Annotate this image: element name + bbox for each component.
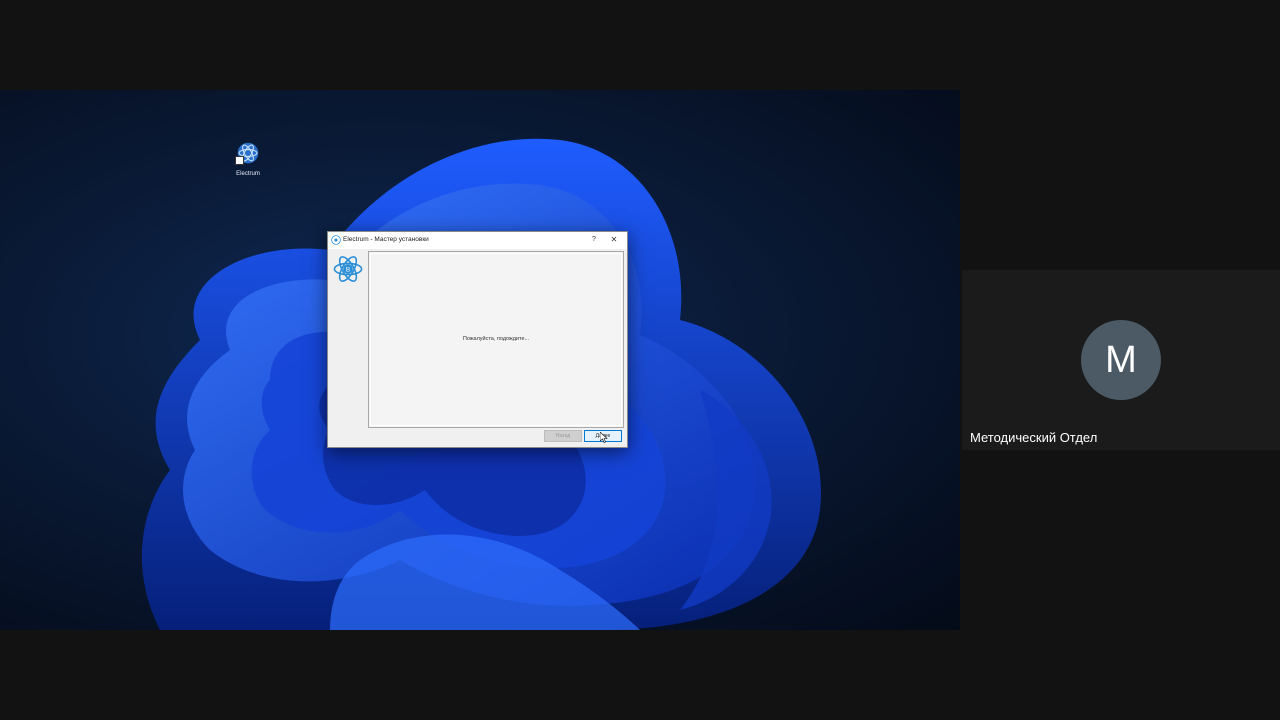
desktop-icon-label: Electrum — [236, 171, 260, 177]
question-icon: ? — [592, 236, 596, 243]
dialog-title: Electrum - Мастер установки — [343, 236, 429, 243]
electrum-logo-icon: B — [333, 256, 363, 282]
shortcut-arrow-icon — [235, 156, 244, 165]
svg-text:B: B — [346, 266, 350, 273]
avatar: M — [1081, 320, 1161, 400]
close-button[interactable]: ✕ — [607, 233, 621, 247]
desktop-icon-electrum[interactable]: Electrum — [228, 142, 268, 177]
wizard-content-panel: Пожалуйста, подождите... — [368, 251, 624, 428]
close-icon: ✕ — [610, 235, 618, 244]
help-button[interactable]: ? — [587, 233, 601, 247]
participant-name: Методический Отдел — [970, 430, 1098, 445]
dialog-titlebar[interactable]: Electrum - Мастер установки ? ✕ — [328, 232, 627, 249]
electrum-logo-icon — [331, 235, 341, 245]
shared-screen: Electrum Electrum - Мастер установки ? ✕… — [0, 90, 960, 630]
installer-dialog: Electrum - Мастер установки ? ✕ B Пожалу… — [327, 231, 628, 448]
cursor-icon — [600, 432, 608, 443]
back-button[interactable]: Назад — [544, 430, 582, 442]
participant-tile: M Методический Отдел — [962, 270, 1280, 450]
status-text: Пожалуйста, подождите... — [462, 336, 530, 342]
